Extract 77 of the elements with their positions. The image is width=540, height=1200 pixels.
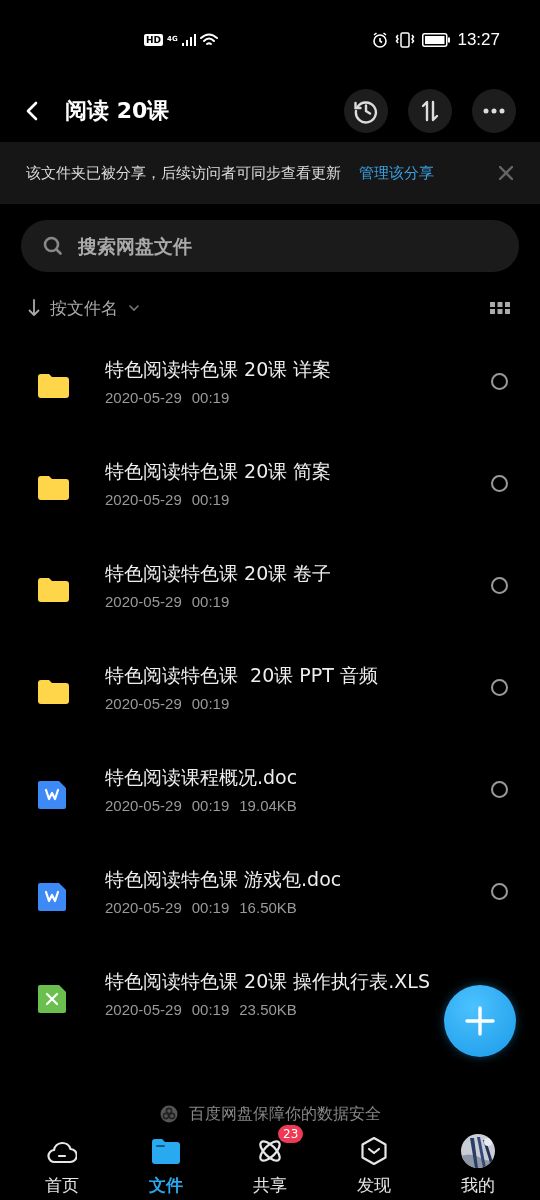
nav-tab[interactable]: 发现 — [322, 1128, 426, 1200]
select-checkbox[interactable] — [491, 678, 508, 696]
file-time: 00:19 — [191, 1000, 230, 1018]
file-name: 特色阅读特色课 20课 PPT 音频 — [105, 662, 379, 688]
select-checkbox[interactable] — [491, 372, 508, 390]
file-row[interactable]: 特色阅读特色课 游戏包.doc 2020-05-29 00:19 16.50KB — [0, 846, 540, 948]
file-row[interactable]: 特色阅读特色课 20课 操作执行表.XLS 2020-05-29 00:19 23.50KB — [0, 948, 540, 1050]
nav-tab[interactable]: 首页 — [10, 1128, 114, 1200]
file-name: 特色阅读特色课 20课 卷子 — [105, 560, 333, 586]
file-time: 00:19 — [191, 388, 230, 406]
file-date: 2020-05-29 — [105, 490, 182, 508]
file-date: 2020-05-29 — [105, 898, 182, 916]
spreadsheet-icon — [37, 983, 69, 1015]
file-size: 23.50KB — [239, 1000, 297, 1018]
grid-view-button[interactable] — [490, 300, 510, 316]
nav-tab[interactable]: 23 共享 — [218, 1128, 322, 1200]
select-checkbox[interactable] — [491, 882, 508, 900]
hexagon-icon — [360, 1136, 388, 1166]
select-checkbox[interactable] — [491, 474, 508, 492]
file-time: 00:19 — [191, 796, 230, 814]
file-date: 2020-05-29 — [105, 1000, 182, 1018]
select-checkbox[interactable] — [491, 780, 508, 798]
history-button[interactable] — [344, 89, 388, 133]
atom-icon — [256, 1137, 284, 1165]
nav-tab[interactable]: 文件 — [114, 1128, 218, 1200]
document-icon — [37, 881, 69, 913]
file-date: 2020-05-29 — [105, 388, 182, 406]
select-checkbox[interactable] — [491, 576, 508, 594]
file-name: 特色阅读特色课 游戏包.doc — [105, 866, 343, 892]
file-name: 特色阅读课程概况.doc — [105, 764, 299, 790]
down-arrow-icon — [28, 299, 40, 317]
file-time: 00:19 — [191, 898, 230, 916]
clock: 13:27 — [457, 30, 500, 50]
add-button[interactable] — [444, 985, 516, 1057]
more-icon — [483, 108, 505, 114]
close-button[interactable] — [498, 165, 514, 181]
file-size: 19.04KB — [239, 796, 297, 814]
signal-icon — [181, 34, 196, 46]
history-icon — [353, 98, 379, 124]
file-name: 特色阅读特色课 20课 简案 — [105, 458, 333, 484]
vibrate-icon — [395, 32, 416, 48]
notification-badge: 23 — [278, 1125, 304, 1143]
file-date: 2020-05-29 — [105, 592, 182, 610]
share-notice: 该文件夹已被分享，后续访问者可同步查看更新 — [26, 163, 341, 183]
caret-icon — [128, 304, 140, 312]
search-icon — [43, 236, 63, 256]
battery-icon — [422, 33, 451, 47]
document-icon — [37, 779, 69, 811]
file-time: 00:19 — [191, 490, 230, 508]
folder-icon — [151, 1138, 181, 1164]
more-button[interactable] — [472, 89, 516, 133]
file-size: 16.50KB — [239, 898, 297, 916]
file-date: 2020-05-29 — [105, 694, 182, 712]
sort-order-button[interactable] — [408, 89, 452, 133]
file-time: 00:19 — [191, 694, 230, 712]
file-row[interactable]: 特色阅读课程概况.doc 2020-05-29 00:19 19.04KB — [0, 744, 540, 846]
alarm-icon — [372, 32, 389, 48]
file-row[interactable]: 特色阅读特色课 20课 卷子 2020-05-29 00:19 — [0, 540, 540, 642]
sort-by-name-button[interactable]: 按文件名 — [28, 296, 140, 320]
file-time: 00:19 — [191, 592, 230, 610]
security-note: 百度网盘保障你的数据安全 — [188, 1103, 381, 1125]
back-icon — [26, 101, 38, 121]
file-row[interactable]: 特色阅读特色课 20课 简案 2020-05-29 00:19 — [0, 438, 540, 540]
close-icon — [499, 166, 513, 180]
plus-icon — [465, 1006, 495, 1036]
file-row[interactable]: 特色阅读特色课 20课 详案 2020-05-29 00:19 — [0, 336, 540, 438]
file-name: 特色阅读特色课 20课 详案 — [105, 356, 333, 382]
folder-title: 阅读 20课 — [65, 97, 171, 125]
manage-share-link[interactable]: 管理该分享 — [359, 163, 498, 183]
search-field[interactable]: 搜索网盘文件 — [21, 220, 519, 272]
grid-icon — [490, 302, 510, 314]
wifi-icon — [199, 33, 218, 47]
file-date: 2020-05-29 — [105, 796, 182, 814]
file-row[interactable]: 特色阅读特色课 20课 PPT 音频 2020-05-29 00:19 — [0, 642, 540, 744]
hd-indicator: HD — [144, 34, 163, 46]
nav-tab[interactable]: 我的 — [426, 1128, 530, 1200]
file-name: 特色阅读特色课 20课 操作执行表.XLS — [105, 968, 431, 994]
